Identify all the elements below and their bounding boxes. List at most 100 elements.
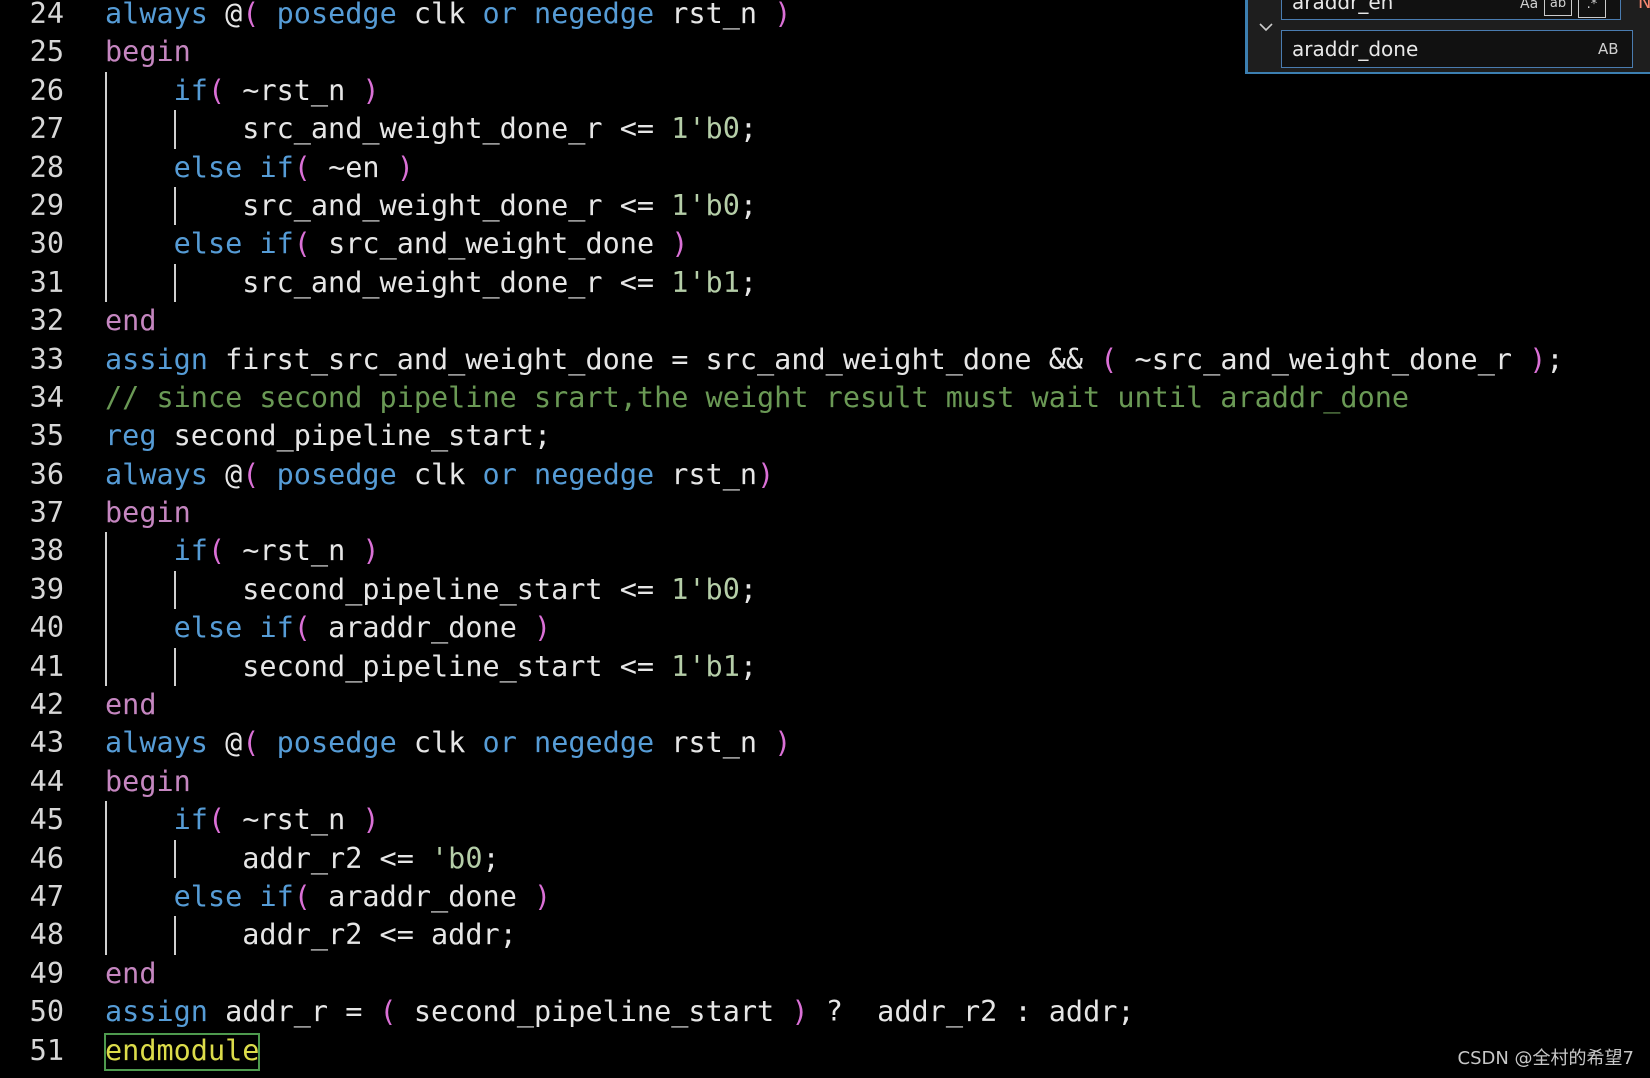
code-token: posedge <box>276 726 397 760</box>
code-line[interactable]: 35 reg second_pipeline_start; <box>0 417 1650 455</box>
code-line[interactable]: 46 addr_r2 <= 'b0; <box>0 839 1650 878</box>
line-number: 49 <box>29 956 64 990</box>
code-token: addr_r2 <= addr; <box>105 918 517 952</box>
code-token: else <box>173 227 243 261</box>
code-line[interactable]: 51 endmodule <box>0 1032 1650 1071</box>
code-token: begin <box>105 764 191 798</box>
code-token: ) <box>534 611 552 645</box>
code-line[interactable]: 40 else if( araddr_done ) <box>0 609 1650 648</box>
find-result-status: No <box>1638 0 1650 13</box>
code-token: ( <box>293 611 311 645</box>
whole-word-toggle[interactable]: ab <box>1544 0 1572 16</box>
code-token: src_and_weight_done <box>310 227 672 261</box>
code-token: @ <box>207 0 243 30</box>
code-line[interactable]: 37 begin <box>0 494 1650 532</box>
code-line[interactable]: 42 end <box>0 686 1650 724</box>
code-token: if <box>259 227 294 261</box>
code-text: src_and_weight_done_r <= 1'b0; <box>105 110 757 148</box>
code-token: ) <box>362 73 380 107</box>
code-text: end <box>105 686 156 724</box>
code-token: or <box>482 0 517 30</box>
line-number: 47 <box>29 879 64 913</box>
highlighted-keyword: endmodule <box>103 1032 261 1071</box>
code-line[interactable]: 38 if( ~rst_n ) <box>0 532 1650 571</box>
code-token: ~rst_n <box>225 73 363 107</box>
code-line[interactable]: 32 end <box>0 302 1650 340</box>
code-token: addr_r2 <= <box>105 841 432 875</box>
code-token: ) <box>362 534 380 568</box>
find-input-value: araddr_en <box>1292 0 1394 14</box>
code-token: ? addr_r2 : addr; <box>808 995 1135 1029</box>
line-number: 39 <box>29 572 64 606</box>
code-text: else if( araddr_done ) <box>105 609 552 647</box>
code-token: reg <box>105 419 157 453</box>
code-token: @ <box>207 726 243 760</box>
code-token: ~src_and_weight_done_r <box>1117 342 1530 376</box>
code-line[interactable]: 27 src_and_weight_done_r <= 1'b0; <box>0 110 1650 149</box>
code-line[interactable]: 43 always @( posedge clk or negedge rst_n… <box>0 724 1650 762</box>
code-token: 1'b0 <box>671 188 740 222</box>
code-line[interactable]: 34 // since second pipeline srart,the wei… <box>0 379 1650 417</box>
regex-toggle[interactable]: .* <box>1578 0 1606 18</box>
code-token: addr_r = <box>207 995 380 1029</box>
code-line[interactable]: 47 else if( araddr_done ) <box>0 877 1650 917</box>
code-token: ( <box>242 0 260 30</box>
code-text: // since second pipeline srart,the weigh… <box>105 379 1409 417</box>
line-number: 34 <box>29 380 64 414</box>
chevron-down-icon[interactable] <box>1258 18 1273 32</box>
code-token: ( <box>379 995 397 1029</box>
code-token: rst_n <box>654 0 775 30</box>
code-line[interactable]: 30 else if( src_and_weight_done ) <box>0 225 1650 264</box>
code-token: if <box>259 879 294 913</box>
code-token: second_pipeline_start <= <box>105 572 672 606</box>
code-token: clk <box>396 457 483 491</box>
code-line[interactable]: 45 if( ~rst_n ) <box>0 801 1650 840</box>
code-token: begin <box>105 35 191 69</box>
line-number: 36 <box>29 457 64 491</box>
code-token: else <box>173 150 243 184</box>
code-line[interactable]: 50 assign addr_r = ( second_pipeline_star… <box>0 993 1650 1031</box>
code-token: end <box>105 688 157 722</box>
code-line[interactable]: 48 addr_r2 <= addr; <box>0 916 1650 955</box>
code-text: always @( posedge clk or negedge rst_n) <box>105 456 774 494</box>
code-token: src_and_weight_done_r <= <box>105 188 672 222</box>
code-token: ; <box>739 572 758 606</box>
code-token: else <box>173 611 243 645</box>
match-case-toggle[interactable]: Aa <box>1520 0 1538 12</box>
code-line[interactable]: 33 assign first_src_and_weight_done = src… <box>0 341 1650 379</box>
line-number: 51 <box>29 1033 64 1067</box>
code-token: negedge <box>534 726 655 760</box>
code-token: ; <box>739 112 758 146</box>
code-token: ( <box>207 73 226 107</box>
replace-input[interactable]: araddr_done <box>1281 30 1633 68</box>
code-token: or <box>482 457 517 491</box>
code-token: araddr_done <box>310 879 535 913</box>
line-number: 50 <box>29 995 64 1029</box>
code-token: ~en <box>310 150 397 184</box>
line-number: 43 <box>29 726 64 760</box>
code-line[interactable]: 39 second_pipeline_start <= 1'b0; <box>0 570 1650 610</box>
code-token: ( <box>293 150 311 184</box>
code-token: ; <box>482 841 500 875</box>
preserve-case-toggle[interactable]: AB <box>1598 40 1619 58</box>
code-line[interactable]: 49 end <box>0 955 1650 993</box>
code-line[interactable]: 31 src_and_weight_done_r <= 1'b1; <box>0 263 1650 303</box>
code-line[interactable]: 41 second_pipeline_start <= 1'b1; <box>0 647 1650 687</box>
code-line[interactable]: 29 src_and_weight_done_r <= 1'b0; <box>0 186 1650 226</box>
line-number: 35 <box>29 419 64 453</box>
line-number: 45 <box>29 803 64 837</box>
code-token: always <box>105 457 208 491</box>
code-token: always <box>105 726 208 760</box>
code-text: always @( posedge clk or negedge rst_n ) <box>105 0 791 33</box>
code-editor[interactable]: 24 always @( posedge clk or negedge rst_n… <box>0 0 1650 1071</box>
code-token: if <box>259 150 294 184</box>
code-line[interactable]: 28 else if( ~en ) <box>0 148 1650 187</box>
code-line[interactable]: 36 always @( posedge clk or negedge rst_n… <box>0 456 1650 494</box>
code-line[interactable]: 26 if( ~rst_n ) <box>0 71 1650 111</box>
code-line[interactable]: 44 begin <box>0 763 1650 801</box>
